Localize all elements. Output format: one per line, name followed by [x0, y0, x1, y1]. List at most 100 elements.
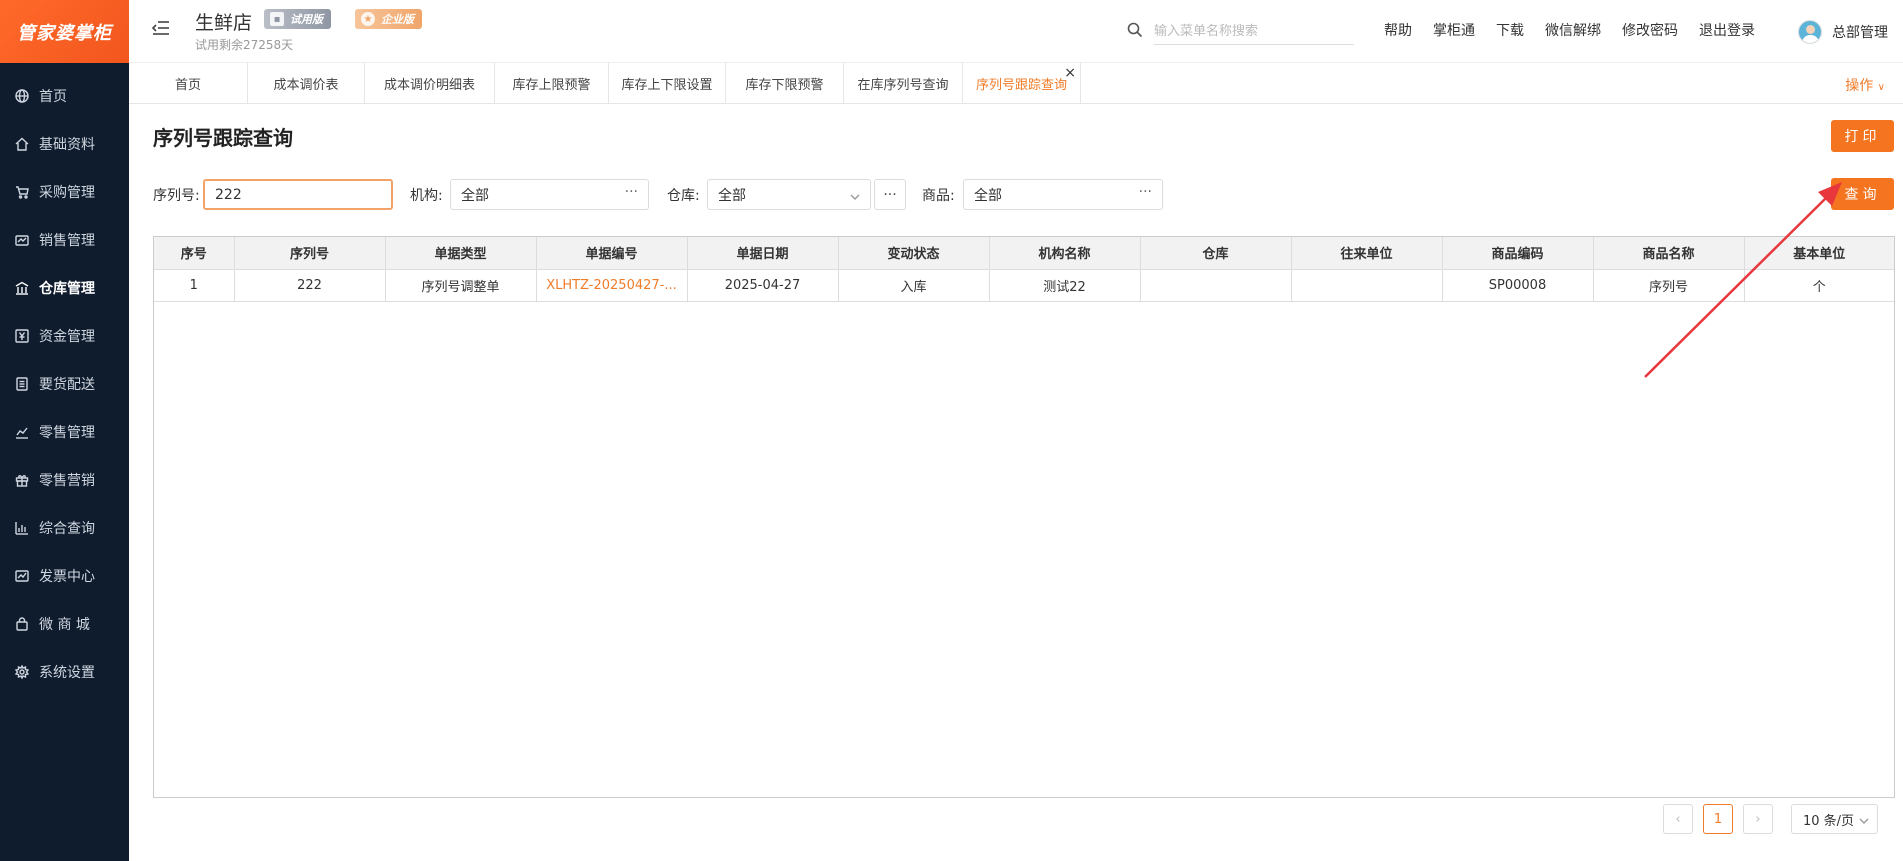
sidebar-item-invoice[interactable]: 发票中心 — [0, 552, 129, 600]
cart-icon — [15, 185, 29, 199]
bar-chart-icon — [15, 521, 29, 535]
change-password-link[interactable]: 修改密码 — [1622, 20, 1678, 40]
column-header[interactable]: 商品编码 — [1442, 237, 1594, 270]
wechat-unbind-link[interactable]: 微信解绑 — [1545, 20, 1601, 40]
next-page-button[interactable]: › — [1743, 804, 1773, 834]
tab-label: 库存上下限设置 — [621, 78, 713, 93]
more-icon[interactable]: ··· — [625, 184, 638, 200]
column-header[interactable]: 商品名称 — [1593, 237, 1745, 270]
query-button[interactable]: 查询 — [1831, 178, 1894, 210]
warehouse-select[interactable]: 全部 — [707, 179, 871, 210]
product-select[interactable]: 全部 ··· — [963, 179, 1163, 210]
tab-stock-upper-warning[interactable]: 库存上限预警 — [495, 63, 609, 104]
sidebar-item-delivery[interactable]: 要货配送 — [0, 360, 129, 408]
tabs-operation-label: 操作 — [1845, 78, 1874, 94]
table-cell: 测试22 — [989, 269, 1141, 302]
sidebar-item-retail[interactable]: 零售管理 — [0, 408, 129, 456]
trial-badge: ▪ 试用版 — [264, 9, 331, 29]
tab-in-stock-serial[interactable]: 在库序列号查询 — [844, 63, 963, 104]
sidebar-item-label: 销售管理 — [39, 233, 95, 249]
tab-stock-lower-warning[interactable]: 库存下限预警 — [726, 63, 844, 104]
sidebar-item-purchase[interactable]: 采购管理 — [0, 168, 129, 216]
warehouse-value: 全部 — [718, 187, 746, 204]
sidebar-item-basic-data[interactable]: 基础资料 — [0, 120, 129, 168]
home-icon — [15, 137, 29, 151]
document-number-link[interactable]: XLHTZ-20250427-... — [536, 269, 688, 302]
warehouse-more-button[interactable]: ··· — [874, 179, 906, 210]
sidebar-item-label: 首页 — [39, 89, 67, 105]
table-row[interactable]: 1 222 序列号调整单 XLHTZ-20250427-... 2025-04-… — [154, 269, 1894, 302]
tab-label: 库存下限预警 — [745, 78, 824, 93]
sidebar-item-home[interactable]: 首页 — [0, 72, 129, 120]
page-title: 序列号跟踪查询 — [153, 126, 293, 150]
page-1-button[interactable]: 1 — [1703, 804, 1733, 834]
column-header[interactable]: 单据日期 — [687, 237, 839, 270]
table-cell: 1 — [154, 269, 235, 302]
zhangguitong-link[interactable]: 掌柜通 — [1433, 20, 1475, 40]
tab-cost-adjust[interactable]: 成本调价表 — [248, 63, 365, 104]
trend-icon — [15, 569, 29, 583]
tab-label: 库存上限预警 — [512, 78, 591, 93]
serial-number-input[interactable]: 222 — [203, 179, 393, 210]
tab-label: 成本调价表 — [273, 78, 339, 93]
warehouse-icon — [15, 281, 29, 295]
logo-text: 管家婆掌柜 — [17, 22, 112, 44]
print-button[interactable]: 打印 — [1831, 120, 1894, 152]
download-link[interactable]: 下载 — [1496, 20, 1524, 40]
column-header[interactable]: 序列号 — [234, 237, 386, 270]
bag-icon — [15, 617, 29, 631]
sidebar-item-marketing[interactable]: 零售营销 — [0, 456, 129, 504]
user-menu[interactable]: 总部管理 — [1798, 20, 1888, 44]
chevron-down-icon: ∨ — [1877, 82, 1885, 93]
table-cell: 2025-04-27 — [687, 269, 839, 302]
tab-serial-tracking[interactable]: 序列号跟踪查询 × — [963, 63, 1081, 104]
tab-home[interactable]: 首页 — [129, 63, 248, 104]
menu-toggle-icon[interactable] — [151, 20, 170, 36]
main-content: 序列号跟踪查询 打印 序列号: 222 机构: 全部 ··· 仓库: 全部 ··… — [129, 104, 1903, 861]
sidebar-item-warehouse[interactable]: 仓库管理 — [0, 264, 129, 312]
store-name: 生鲜店 — [195, 12, 253, 34]
sidebar-item-label: 零售管理 — [39, 425, 95, 441]
table-cell: 序列号调整单 — [385, 269, 537, 302]
app-logo[interactable]: 管家婆掌柜 — [0, 0, 129, 63]
serial-label: 序列号: — [153, 188, 200, 204]
sidebar: 管家婆掌柜 首页 基础资料 采购管理 销售管理 仓库管理 资金管理 要货配送 零… — [0, 0, 129, 861]
prev-page-button[interactable]: ‹ — [1663, 804, 1693, 834]
table-cell: SP00008 — [1442, 269, 1594, 302]
column-header[interactable]: 单据类型 — [385, 237, 537, 270]
close-icon[interactable]: × — [1064, 66, 1076, 80]
logout-link[interactable]: 退出登录 — [1699, 20, 1755, 40]
sidebar-item-label: 基础资料 — [39, 137, 95, 153]
sales-icon — [15, 233, 29, 247]
column-header[interactable]: 单据编号 — [536, 237, 688, 270]
results-table-container: 序号 序列号 单据类型 单据编号 单据日期 变动状态 机构名称 仓库 往来单位 … — [153, 236, 1895, 798]
search-icon[interactable] — [1127, 22, 1143, 38]
tab-label: 成本调价明细表 — [383, 78, 475, 93]
warehouse-label: 仓库: — [667, 188, 700, 204]
column-header[interactable]: 序号 — [154, 237, 235, 270]
column-header[interactable]: 变动状态 — [838, 237, 990, 270]
tabs-operation-dropdown[interactable]: 操作 ∨ — [1845, 75, 1885, 95]
serial-number-value: 222 — [215, 186, 242, 203]
help-link[interactable]: 帮助 — [1384, 20, 1412, 40]
sidebar-item-label: 要货配送 — [39, 377, 95, 393]
tab-cost-adjust-detail[interactable]: 成本调价明细表 — [365, 63, 495, 104]
page-size-select[interactable]: 10 条/页 — [1791, 804, 1878, 834]
more-icon[interactable]: ··· — [1139, 184, 1152, 200]
column-header[interactable]: 机构名称 — [989, 237, 1141, 270]
column-header[interactable]: 基本单位 — [1744, 237, 1894, 270]
sidebar-item-label: 发票中心 — [39, 569, 95, 585]
sidebar-item-funds[interactable]: 资金管理 — [0, 312, 129, 360]
menu-search-input[interactable] — [1154, 19, 1354, 45]
column-header[interactable]: 仓库 — [1140, 237, 1292, 270]
org-select[interactable]: 全部 ··· — [450, 179, 649, 210]
sidebar-item-mall[interactable]: 微 商 城 — [0, 600, 129, 648]
tab-stock-limit-settings[interactable]: 库存上下限设置 — [609, 63, 726, 104]
column-header[interactable]: 往来单位 — [1291, 237, 1443, 270]
sidebar-item-sales[interactable]: 销售管理 — [0, 216, 129, 264]
yuan-icon — [15, 329, 29, 343]
sidebar-item-label: 综合查询 — [39, 521, 95, 537]
sidebar-item-settings[interactable]: 系统设置 — [0, 648, 129, 696]
table-cell: 个 — [1744, 269, 1894, 302]
sidebar-item-query[interactable]: 综合查询 — [0, 504, 129, 552]
